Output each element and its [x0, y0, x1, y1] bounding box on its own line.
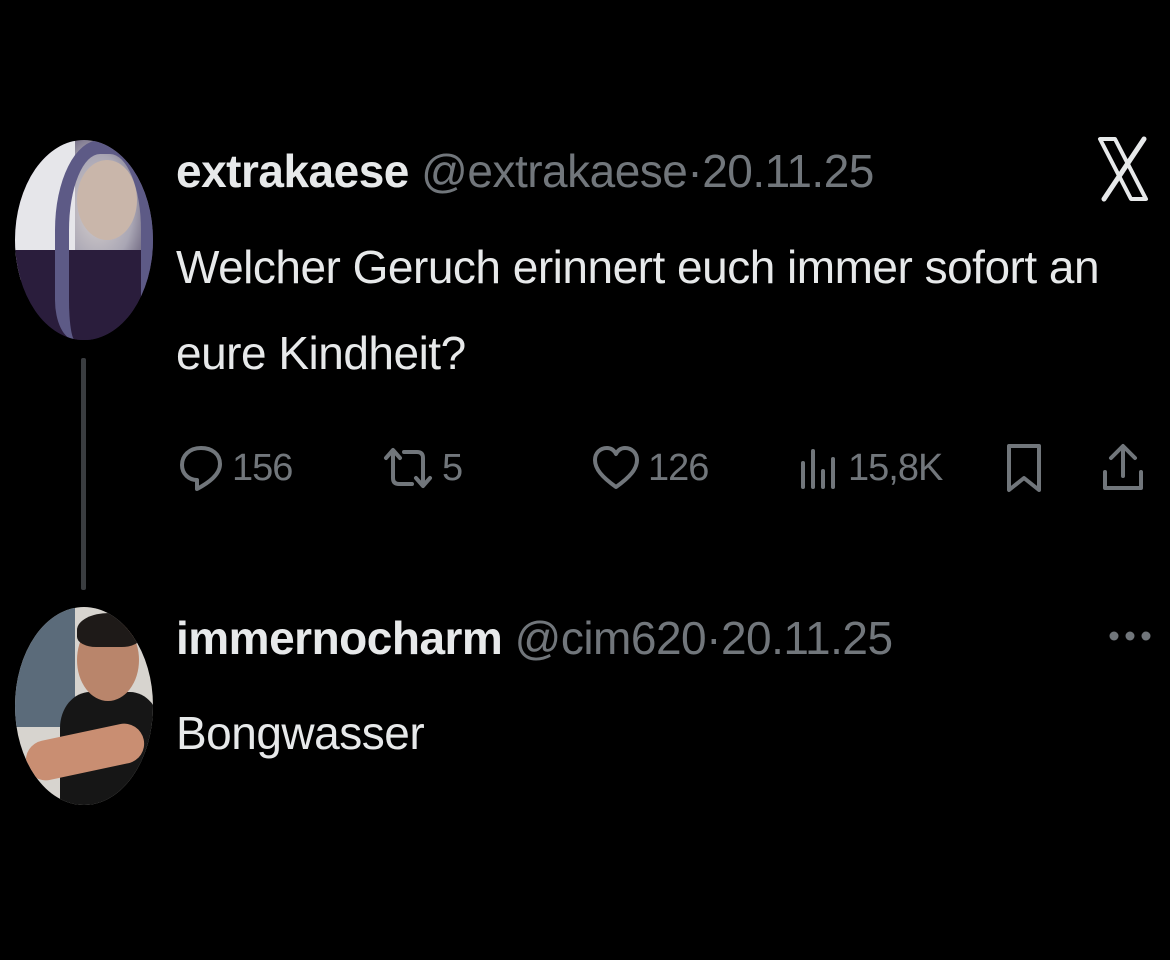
reply-date[interactable]: 20.11.25: [721, 612, 893, 664]
avatar-extrakaese[interactable]: [15, 140, 153, 340]
like-count: 126: [648, 446, 709, 489]
reply-button[interactable]: 156: [178, 438, 293, 498]
repost-button[interactable]: 5: [382, 438, 463, 498]
share-icon: [1103, 444, 1143, 490]
views-count: 15,8K: [848, 446, 943, 489]
views-chart-icon: [801, 449, 835, 489]
reply-display-name[interactable]: immernocharm: [176, 612, 503, 664]
reply-text: Bongwasser: [176, 707, 425, 759]
repost-icon: [384, 448, 432, 488]
tweet-date[interactable]: 20.11.25: [702, 145, 874, 197]
views-button[interactable]: 15,8K: [798, 438, 943, 498]
avatar-immernocharm[interactable]: [15, 607, 153, 805]
display-name[interactable]: extrakaese: [176, 145, 409, 197]
tweet-actions: 156 5 126 15,8K: [0, 438, 1170, 498]
x-logo-icon: [1098, 136, 1148, 202]
user-handle[interactable]: @extrakaese: [421, 145, 688, 197]
tweet-thread-screenshot: extrakaese @extrakaese·20.11.25 Welcher …: [0, 0, 1170, 960]
reply-count: 156: [232, 446, 293, 489]
repost-count: 5: [442, 446, 463, 489]
tweet-header: extrakaese @extrakaese·20.11.25: [176, 148, 874, 194]
reply-separator-dot: ·: [706, 612, 721, 664]
share-button[interactable]: [1100, 438, 1146, 498]
more-icon[interactable]: [1108, 628, 1152, 644]
separator-dot: ·: [687, 145, 703, 197]
like-button[interactable]: 126: [592, 438, 709, 498]
reply-user-handle[interactable]: @cim620: [515, 612, 707, 664]
tweet-text: Welcher Geruch erinnert euch immer sofor…: [176, 241, 1100, 379]
bookmark-button[interactable]: [1004, 438, 1044, 498]
reply-header: immernocharm @cim620·20.11.25: [176, 615, 893, 661]
bookmark-icon: [1007, 444, 1041, 492]
reply-icon: [180, 446, 222, 491]
heart-icon: [593, 446, 639, 489]
